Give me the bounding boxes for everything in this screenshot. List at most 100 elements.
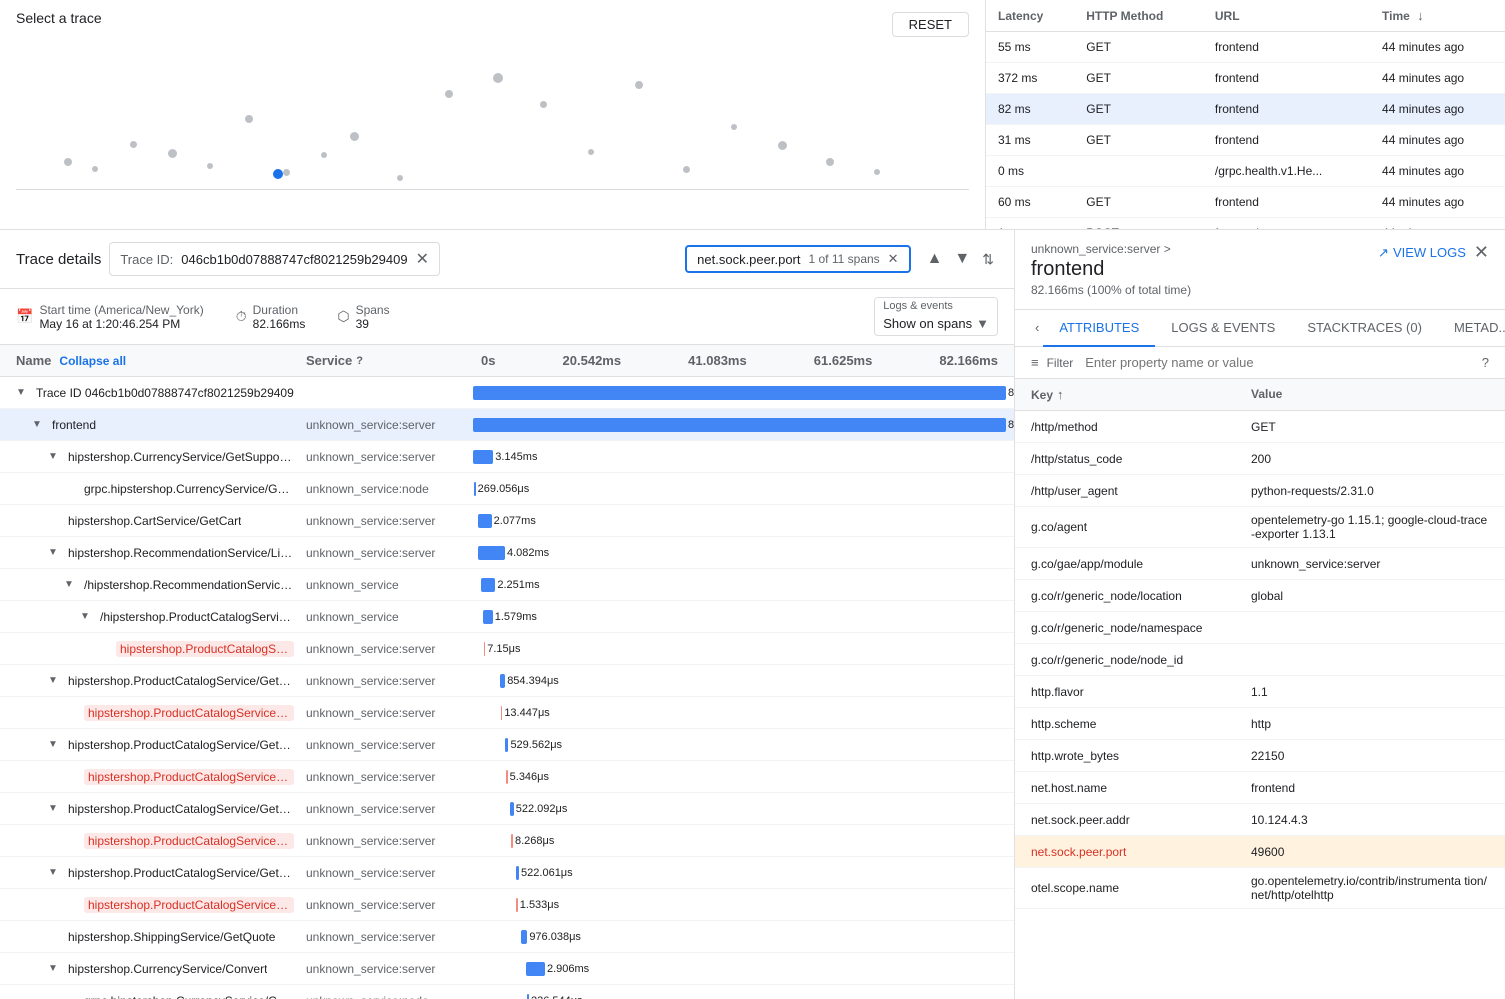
row-latency: 31 ms xyxy=(986,125,1074,156)
scatter-dot[interactable] xyxy=(245,115,253,123)
span-row[interactable]: ▼ hipstershop.ProductCatalogService/GetP… xyxy=(0,665,1014,697)
span-row[interactable]: hipstershop.ProductCatalogService/Get...… xyxy=(0,761,1014,793)
service-help-icon[interactable]: ? xyxy=(356,355,363,367)
trace-list-row[interactable]: 372 ms GET frontend 44 minutes ago xyxy=(986,63,1505,94)
trace-id-label: Trace ID: xyxy=(120,252,173,267)
scatter-dot[interactable] xyxy=(493,73,503,83)
span-expand-icon[interactable]: ▼ xyxy=(32,419,48,430)
attribute-row: http.schemehttp xyxy=(1015,708,1505,740)
span-row[interactable]: hipstershop.ProductCatalogService/Get...… xyxy=(0,825,1014,857)
trace-list-row[interactable]: 1 ms POST frontend 44 minutes ago xyxy=(986,218,1505,230)
span-expand-icon[interactable]: ▼ xyxy=(48,963,64,974)
span-filter-box: net.sock.peer.port 1 of 11 spans ✕ xyxy=(685,245,910,273)
timeline-bar xyxy=(478,514,491,528)
attribute-value: frontend xyxy=(1235,775,1505,801)
attribute-value: 49600 xyxy=(1235,839,1505,865)
name-col-label: Name xyxy=(16,353,51,368)
scatter-dot[interactable] xyxy=(731,124,737,130)
span-row[interactable]: hipstershop.ProductCatalogService/Get...… xyxy=(0,697,1014,729)
tab-stacktraces[interactable]: STACKTRACES (0) xyxy=(1291,310,1438,347)
span-row[interactable]: ▼ hipstershop.ProductCatalogService/GetP… xyxy=(0,857,1014,889)
tab-attributes[interactable]: ATTRIBUTES xyxy=(1043,310,1155,347)
span-row[interactable]: hipstershop.ProductCatalogService/Get...… xyxy=(0,889,1014,921)
span-expand-icon[interactable]: ▼ xyxy=(48,675,64,686)
span-row[interactable]: ▼ /hipstershop.ProductCatalogService/...… xyxy=(0,601,1014,633)
span-nav-up[interactable]: ▲ xyxy=(923,248,947,270)
trace-list-row[interactable]: 60 ms GET frontend 44 minutes ago xyxy=(986,187,1505,218)
span-service-cell: unknown_service:node xyxy=(298,990,473,999)
timeline-label: 7.15μs xyxy=(487,643,520,655)
span-expand-icon[interactable]: ▼ xyxy=(48,867,64,878)
scatter-dot[interactable] xyxy=(283,169,290,176)
scatter-dot[interactable] xyxy=(64,158,72,166)
trace-list-row[interactable]: 0 ms /grpc.health.v1.He... 44 minutes ag… xyxy=(986,156,1505,187)
span-row[interactable]: hipstershop.ProductCatalogServl... unkno… xyxy=(0,633,1014,665)
scatter-canvas[interactable] xyxy=(16,30,969,200)
scatter-dot[interactable] xyxy=(588,149,594,155)
span-name-cell: ▼ frontend xyxy=(8,414,298,436)
logs-events-value: Show on spans xyxy=(883,316,972,331)
span-row[interactable]: ▼ hipstershop.RecommendationService/List… xyxy=(0,537,1014,569)
attribute-row: g.co/r/generic_node/locationglobal xyxy=(1015,580,1505,612)
scatter-dot[interactable] xyxy=(540,101,547,108)
scatter-dot[interactable] xyxy=(683,166,690,173)
tab-prev-button[interactable]: ‹ xyxy=(1031,310,1043,346)
attribute-key: g.co/agent xyxy=(1015,514,1235,540)
scatter-dot[interactable] xyxy=(874,169,880,175)
span-nav-down[interactable]: ▼ xyxy=(950,248,974,270)
span-row[interactable]: ▼ hipstershop.CurrencyService/GetSupport… xyxy=(0,441,1014,473)
tab-logs-events[interactable]: LOGS & EVENTS xyxy=(1155,310,1291,347)
clear-trace-id-button[interactable]: ✕ xyxy=(416,249,429,269)
span-row[interactable]: grpc.hipstershop.CurrencyService/GetS...… xyxy=(0,473,1014,505)
span-row[interactable]: ▼ hipstershop.CurrencyService/Convert un… xyxy=(0,953,1014,985)
selected-scatter-dot[interactable] xyxy=(273,169,283,179)
scatter-dot[interactable] xyxy=(397,175,403,181)
span-expand-icon[interactable]: ▼ xyxy=(48,451,64,462)
span-row[interactable]: ▼ frontend unknown_service:server 82.166… xyxy=(0,409,1014,441)
span-filter-count: 1 of 11 spans xyxy=(809,252,880,266)
logs-events-box[interactable]: Logs & events Show on spans ▼ xyxy=(874,297,998,336)
span-row[interactable]: ▼ hipstershop.ProductCatalogService/GetP… xyxy=(0,793,1014,825)
scatter-dot[interactable] xyxy=(168,149,177,158)
span-row[interactable]: ▼ /hipstershop.RecommendationService/...… xyxy=(0,569,1014,601)
tab-metadata[interactable]: METAD... xyxy=(1438,310,1505,347)
span-row[interactable]: ▼ hipstershop.ProductCatalogService/GetP… xyxy=(0,729,1014,761)
view-logs-button[interactable]: ↗ VIEW LOGS xyxy=(1378,245,1466,261)
span-expand-icon[interactable]: ▼ xyxy=(48,739,64,750)
scatter-dot[interactable] xyxy=(778,141,787,150)
logs-events-select[interactable]: Show on spans ▼ xyxy=(875,312,997,335)
scatter-dot[interactable] xyxy=(635,81,643,89)
timeline-2: 41.083ms xyxy=(688,353,747,368)
span-row[interactable]: hipstershop.ShippingService/GetQuote unk… xyxy=(0,921,1014,953)
span-expand-icon[interactable]: ▼ xyxy=(64,579,80,590)
scatter-dot[interactable] xyxy=(92,166,98,172)
attributes-header-row: Key ↑ Value xyxy=(1015,379,1505,411)
collapse-all-button[interactable]: Collapse all xyxy=(59,354,126,368)
span-expand-icon[interactable]: ▼ xyxy=(48,547,64,558)
span-nav-expand[interactable]: ⇅ xyxy=(978,248,998,270)
attribute-row: net.sock.peer.addr10.124.4.3 xyxy=(1015,804,1505,836)
trace-list-row[interactable]: 55 ms GET frontend 44 minutes ago xyxy=(986,32,1505,63)
scatter-dot[interactable] xyxy=(130,141,137,148)
span-timeline-cell: 269.056μs xyxy=(473,485,1006,493)
span-name-text: hipstershop.RecommendationService/List..… xyxy=(68,546,294,560)
filter-help-icon[interactable]: ? xyxy=(1482,355,1489,370)
scatter-dot[interactable] xyxy=(445,90,453,98)
span-row[interactable]: ▼ Trace ID 046cb1b0d07888747cf8021259b29… xyxy=(0,377,1014,409)
filter-input[interactable] xyxy=(1085,355,1474,370)
trace-list-row[interactable]: 31 ms GET frontend 44 minutes ago xyxy=(986,125,1505,156)
span-filter-close[interactable]: ✕ xyxy=(888,251,899,267)
row-url: frontend xyxy=(1203,125,1370,156)
span-expand-icon[interactable]: ▼ xyxy=(16,387,32,398)
detail-close-button[interactable]: ✕ xyxy=(1474,242,1489,263)
scatter-dot[interactable] xyxy=(207,163,213,169)
scatter-dot[interactable] xyxy=(321,152,327,158)
trace-list-row[interactable]: 82 ms GET frontend 44 minutes ago xyxy=(986,94,1505,125)
span-service-cell: unknown_service:server xyxy=(298,510,473,532)
scatter-dot[interactable] xyxy=(826,158,834,166)
span-expand-icon[interactable]: ▼ xyxy=(48,803,64,814)
span-row[interactable]: hipstershop.CartService/GetCart unknown_… xyxy=(0,505,1014,537)
scatter-dot[interactable] xyxy=(350,132,359,141)
span-row[interactable]: grpc.hipstershop.CurrencyService/Conv...… xyxy=(0,985,1014,999)
span-expand-icon[interactable]: ▼ xyxy=(80,611,96,622)
